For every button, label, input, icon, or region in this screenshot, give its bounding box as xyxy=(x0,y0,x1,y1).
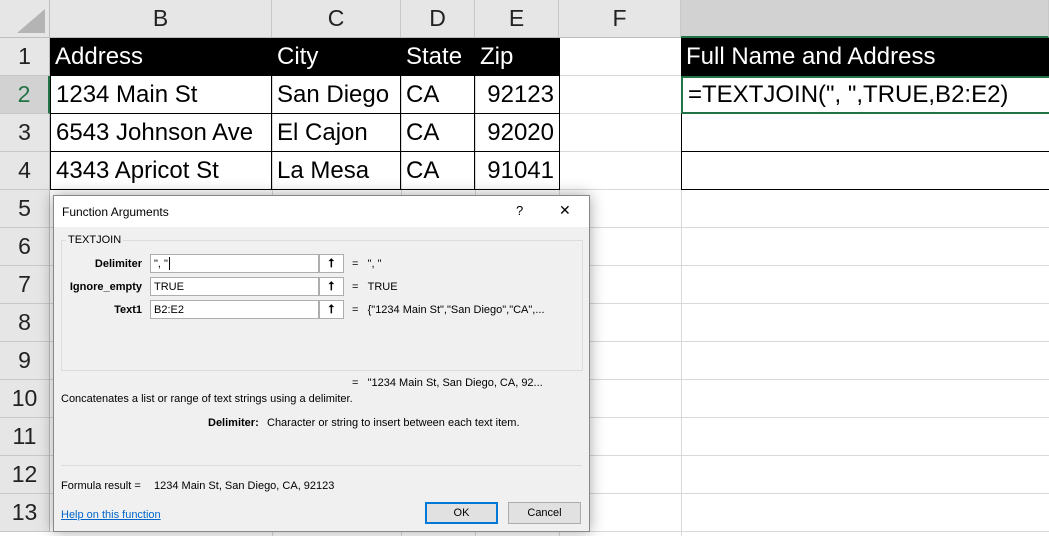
cell-g2-active[interactable]: =TEXTJOIN(", ",TRUE,B2:E2) xyxy=(681,76,1049,114)
arg-help-text: Character or string to insert between ea… xyxy=(267,417,520,429)
collapse-delimiter-button[interactable]: ⭡ xyxy=(319,254,344,273)
text1-result: {"1234 Main St","San Diego","CA",... xyxy=(367,304,545,316)
select-all-corner[interactable] xyxy=(0,0,50,38)
row-header-4[interactable]: 4 xyxy=(0,152,50,190)
cell-c1[interactable]: City xyxy=(272,38,401,76)
row-header-10[interactable]: 10 xyxy=(0,380,50,418)
cell-g3[interactable] xyxy=(681,114,1049,152)
function-name: TEXTJOIN xyxy=(66,234,124,246)
column-header-d[interactable]: D xyxy=(401,0,475,38)
arg-help-label: Delimiter: xyxy=(208,417,259,429)
overall-result: "1234 Main St, San Diego, CA, 92... xyxy=(367,377,543,389)
delimiter-result: ", " xyxy=(367,258,382,270)
dialog-title-bar[interactable]: Function Arguments ? ✕ xyxy=(54,196,589,227)
cell-d3[interactable]: CA xyxy=(401,114,475,152)
cell-b2[interactable]: 1234 Main St xyxy=(50,76,272,114)
cell-e4[interactable]: 91041 xyxy=(475,152,560,190)
row-header-8[interactable]: 8 xyxy=(0,304,50,342)
divider xyxy=(61,465,582,466)
row-header-5[interactable]: 5 xyxy=(0,190,50,228)
row-header-7[interactable]: 7 xyxy=(0,266,50,304)
help-icon[interactable]: ? xyxy=(516,203,523,218)
cell-d2[interactable]: CA xyxy=(401,76,475,114)
cell-c2[interactable]: San Diego xyxy=(272,76,401,114)
cell-c3[interactable]: El Cajon xyxy=(272,114,401,152)
cell-d1[interactable]: State xyxy=(401,38,475,76)
function-arguments-dialog: Function Arguments ? ✕ TEXTJOIN Delimite… xyxy=(53,195,590,532)
collapse-text1-button[interactable]: ⭡ xyxy=(319,300,344,319)
collapse-arrow-icon: ⭡ xyxy=(328,256,335,270)
ignore-empty-result: TRUE xyxy=(367,281,398,293)
column-header-b[interactable]: B xyxy=(50,0,272,38)
column-header-f[interactable]: F xyxy=(559,0,681,38)
delimiter-value: ", " xyxy=(154,257,168,270)
cell-b4[interactable]: 4343 Apricot St xyxy=(50,152,272,190)
equals-sign: = xyxy=(352,304,359,316)
row-header-6[interactable]: 6 xyxy=(0,228,50,266)
ignore-empty-input[interactable]: TRUE xyxy=(150,277,319,296)
collapse-arrow-icon: ⭡ xyxy=(328,279,335,293)
help-on-function-link[interactable]: Help on this function xyxy=(61,509,161,521)
column-header-g[interactable] xyxy=(681,0,1049,38)
row-header-11[interactable]: 11 xyxy=(0,418,50,456)
function-description: Concatenates a list or range of text str… xyxy=(61,393,353,405)
column-header-c[interactable]: C xyxy=(272,0,401,38)
cell-e3[interactable]: 92020 xyxy=(475,114,560,152)
dialog-title: Function Arguments xyxy=(62,204,169,219)
row-header-13[interactable]: 13 xyxy=(0,494,50,532)
close-icon[interactable]: ✕ xyxy=(559,202,571,219)
cell-g4[interactable] xyxy=(681,152,1049,190)
text1-input[interactable]: B2:E2 xyxy=(150,300,319,319)
arg-label-ignore-empty: Ignore_empty xyxy=(69,281,142,293)
equals-sign: = xyxy=(352,281,359,293)
collapse-arrow-icon: ⭡ xyxy=(328,302,335,316)
ok-button[interactable]: OK xyxy=(425,502,498,524)
column-header-e[interactable]: E xyxy=(475,0,559,38)
cell-c4[interactable]: La Mesa xyxy=(272,152,401,190)
formula-result-value: 1234 Main St, San Diego, CA, 92123 xyxy=(154,480,335,492)
cell-b1[interactable]: Address xyxy=(50,38,272,76)
row-header-1[interactable]: 1 xyxy=(0,38,50,76)
cell-e1[interactable]: Zip xyxy=(475,38,560,76)
arg-label-text1: Text1 xyxy=(114,304,142,316)
row-header-3[interactable]: 3 xyxy=(0,114,50,152)
cancel-button[interactable]: Cancel xyxy=(508,502,581,524)
cell-b3[interactable]: 6543 Johnson Ave xyxy=(50,114,272,152)
arg-label-delimiter: Delimiter xyxy=(94,258,142,270)
row-header-9[interactable]: 9 xyxy=(0,342,50,380)
delimiter-input[interactable]: ", " xyxy=(150,254,319,273)
row-header-12[interactable]: 12 xyxy=(0,456,50,494)
cell-e2[interactable]: 92123 xyxy=(475,76,560,114)
cell-g1[interactable]: Full Name and Address xyxy=(681,38,1049,76)
collapse-ignore-empty-button[interactable]: ⭡ xyxy=(319,277,344,296)
formula-result-label: Formula result = xyxy=(61,480,141,492)
row-header-2[interactable]: 2 xyxy=(0,76,50,114)
cell-d4[interactable]: CA xyxy=(401,152,475,190)
equals-sign: = xyxy=(352,377,359,389)
equals-sign: = xyxy=(352,258,359,270)
